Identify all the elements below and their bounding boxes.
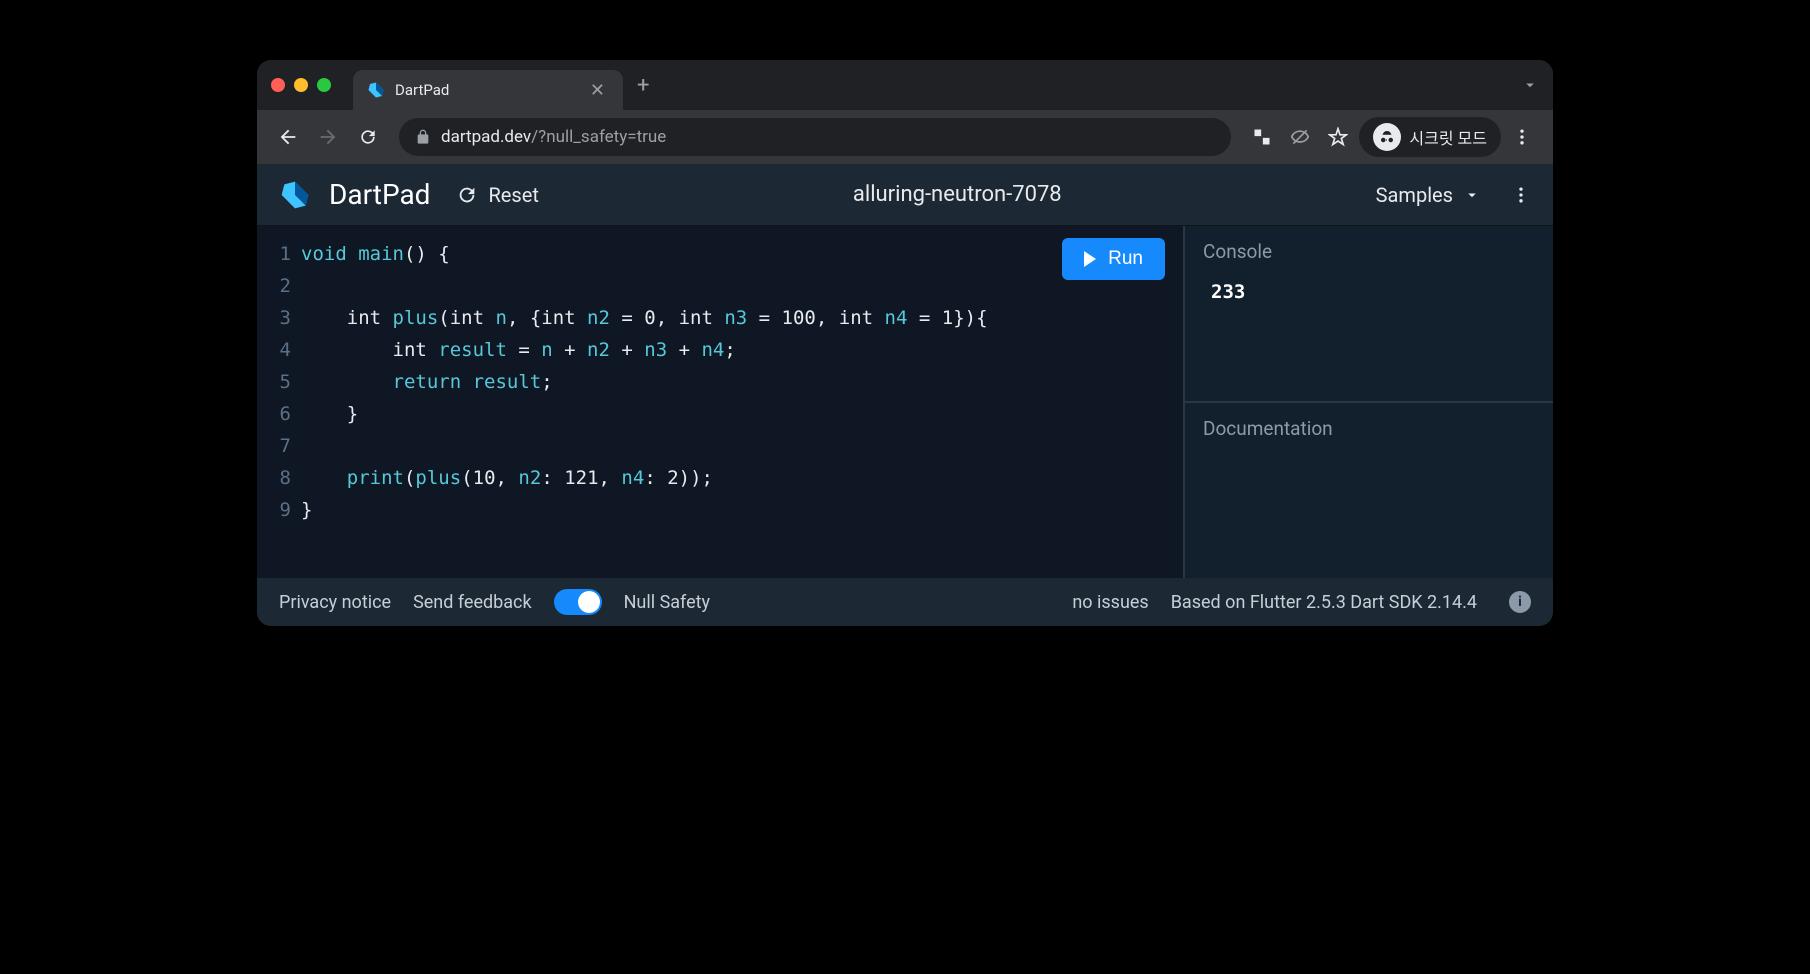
documentation-section: Documentation — [1185, 403, 1553, 578]
nav-reload-button[interactable] — [351, 120, 385, 154]
play-icon — [1084, 251, 1096, 267]
address-bar[interactable]: dartpad.dev/?null_safety=true — [399, 118, 1231, 156]
feedback-link[interactable]: Send feedback — [413, 592, 532, 613]
incognito-label: 시크릿 모드 — [1409, 125, 1487, 149]
url-text: dartpad.dev/?null_safety=true — [441, 127, 666, 147]
eye-off-icon[interactable] — [1283, 120, 1317, 154]
null-safety-toggle[interactable] — [554, 589, 602, 615]
run-label: Run — [1108, 248, 1143, 270]
code-editor[interactable]: void main() { int plus(int n, {int n2 = … — [291, 226, 1183, 578]
console-header: Console — [1203, 240, 1535, 263]
line-number: 6 — [257, 398, 291, 430]
toggle-knob — [578, 591, 600, 613]
null-safety-label: Null Safety — [624, 592, 710, 613]
line-number: 1 — [257, 238, 291, 270]
chevron-down-icon — [1463, 186, 1481, 204]
project-name: alluring-neutron-7078 — [557, 182, 1358, 207]
reset-label: Reset — [488, 183, 538, 207]
side-pane: Console 233 Documentation — [1183, 226, 1553, 578]
app-body: 1 2 3 4 5 6 7 8 9 void main() { int plus… — [257, 226, 1553, 578]
reset-icon — [456, 184, 478, 206]
app-menu-button[interactable] — [1511, 185, 1531, 205]
window-maximize-button[interactable] — [317, 78, 331, 92]
window-close-button[interactable] — [271, 78, 285, 92]
line-number: 2 — [257, 270, 291, 302]
incognito-badge[interactable]: 시크릿 모드 — [1359, 117, 1501, 157]
samples-dropdown[interactable]: Samples — [1376, 183, 1481, 207]
nav-forward-button[interactable] — [311, 120, 345, 154]
console-section: Console 233 — [1185, 226, 1553, 403]
version-info: Based on Flutter 2.5.3 Dart SDK 2.14.4 — [1171, 592, 1477, 613]
dartpad-logo-icon — [279, 179, 311, 211]
samples-label: Samples — [1376, 183, 1453, 207]
nav-back-button[interactable] — [271, 120, 305, 154]
lock-icon — [415, 129, 431, 145]
line-gutter: 1 2 3 4 5 6 7 8 9 — [257, 226, 291, 578]
editor-pane: 1 2 3 4 5 6 7 8 9 void main() { int plus… — [257, 226, 1183, 578]
issues-status: no issues — [1072, 592, 1148, 613]
tab-strip: DartPad ✕ + — [257, 60, 1553, 110]
info-icon[interactable]: i — [1509, 591, 1531, 613]
incognito-icon — [1373, 123, 1401, 151]
documentation-header: Documentation — [1203, 417, 1535, 440]
console-output: 233 — [1203, 281, 1535, 303]
browser-tab[interactable]: DartPad ✕ — [353, 70, 623, 110]
tabs-dropdown-button[interactable] — [1521, 76, 1539, 94]
translate-icon[interactable] — [1245, 120, 1279, 154]
privacy-link[interactable]: Privacy notice — [279, 592, 391, 613]
new-tab-button[interactable]: + — [637, 73, 649, 98]
tab-title: DartPad — [395, 81, 576, 99]
run-button[interactable]: Run — [1062, 238, 1165, 280]
browser-menu-button[interactable] — [1505, 120, 1539, 154]
dart-favicon — [367, 81, 385, 99]
browser-window: DartPad ✕ + dartpad.dev/?null_safety=tru… — [257, 60, 1553, 626]
app-footer: Privacy notice Send feedback Null Safety… — [257, 578, 1553, 626]
line-number: 9 — [257, 494, 291, 526]
line-number: 4 — [257, 334, 291, 366]
reset-button[interactable]: Reset — [456, 183, 538, 207]
traffic-lights — [271, 78, 331, 92]
url-host: dartpad.dev — [441, 127, 531, 147]
bookmark-star-icon[interactable] — [1321, 120, 1355, 154]
url-path: /?null_safety=true — [531, 127, 666, 147]
window-minimize-button[interactable] — [294, 78, 308, 92]
line-number: 8 — [257, 462, 291, 494]
browser-toolbar: dartpad.dev/?null_safety=true 시크릿 모드 — [257, 110, 1553, 164]
line-number: 3 — [257, 302, 291, 334]
app-header: DartPad Reset alluring-neutron-7078 Samp… — [257, 164, 1553, 226]
line-number: 7 — [257, 430, 291, 462]
tab-close-button[interactable]: ✕ — [586, 80, 609, 101]
line-number: 5 — [257, 366, 291, 398]
app-name: DartPad — [329, 178, 430, 211]
